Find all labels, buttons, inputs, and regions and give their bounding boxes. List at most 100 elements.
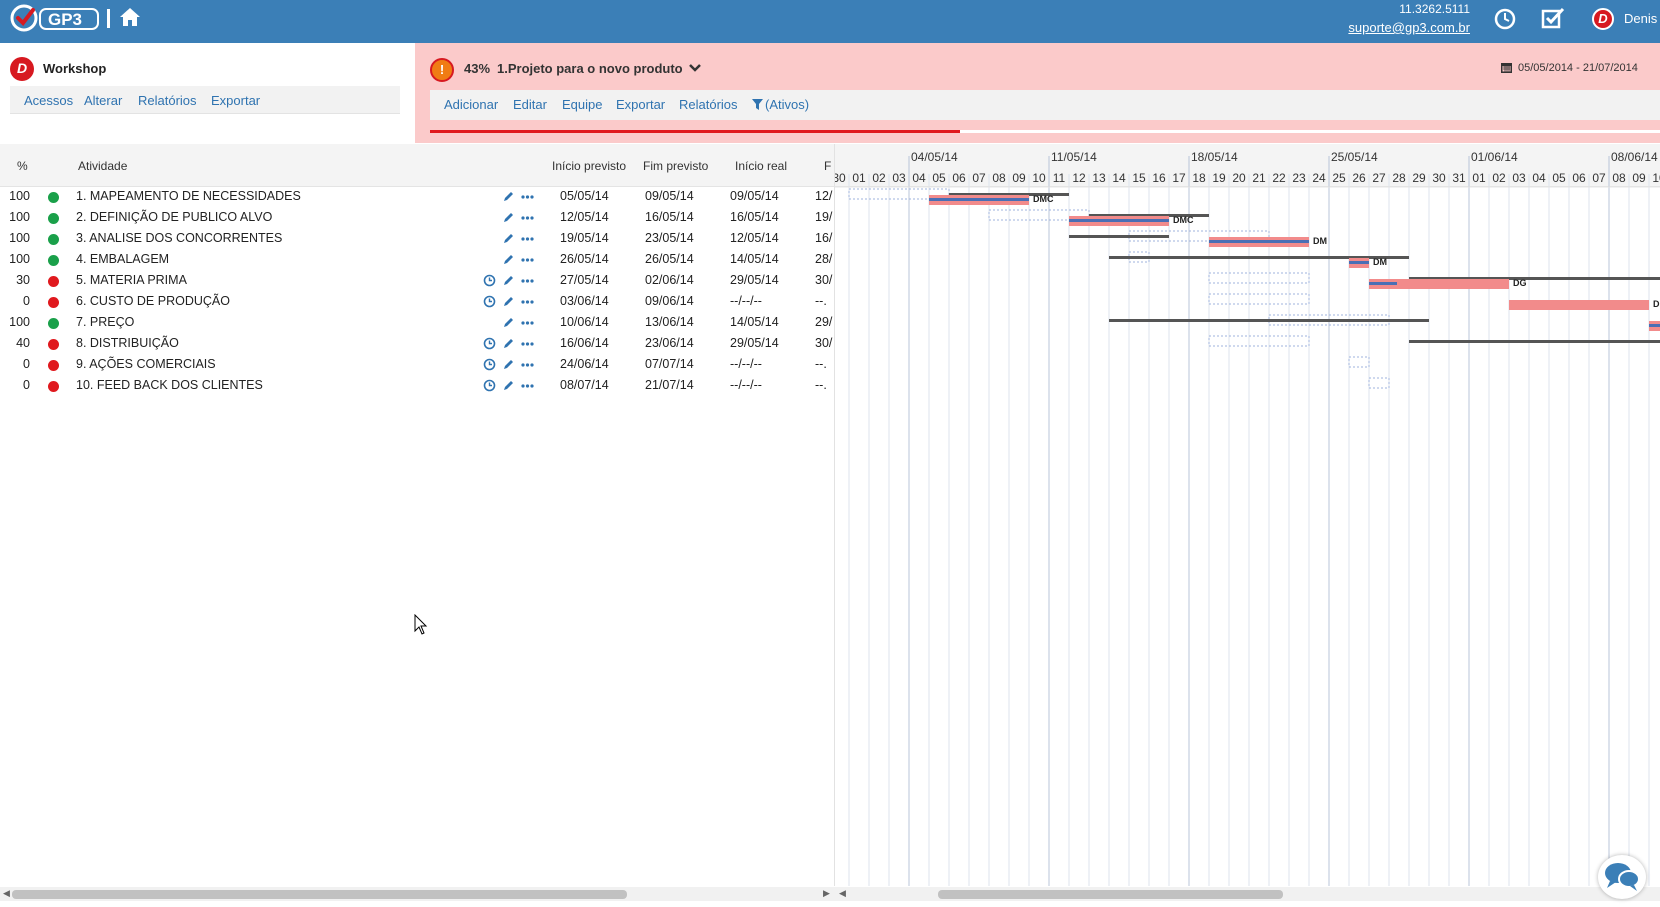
- gantt-real-bar: [1409, 340, 1660, 343]
- clock-icon[interactable]: [483, 358, 496, 371]
- workspace-title[interactable]: Workshop: [43, 61, 106, 76]
- header-end-real[interactable]: F: [824, 159, 831, 173]
- chat-icon[interactable]: [1598, 855, 1646, 899]
- clock-icon[interactable]: [1494, 8, 1516, 30]
- row-activity-name[interactable]: 1. MAPEAMENTO DE NECESSIDADES: [76, 189, 301, 203]
- filter-icon[interactable]: [752, 99, 763, 110]
- more-options-icon[interactable]: [521, 253, 534, 266]
- row-activity-name[interactable]: 2. DEFINIÇÃO DE PUBLICO ALVO: [76, 210, 272, 224]
- gantt-day-label: 16: [1152, 171, 1166, 185]
- more-options-icon[interactable]: [521, 295, 534, 308]
- clock-icon[interactable]: [483, 337, 496, 350]
- row-activity-name[interactable]: 4. EMBALAGEM: [76, 252, 169, 266]
- header-end-planned[interactable]: Fim previsto: [643, 159, 708, 173]
- menu-relatorios-projeto[interactable]: Relatórios: [679, 97, 738, 112]
- header-start-real[interactable]: Início real: [735, 159, 787, 173]
- row-end-planned: 26/05/14: [645, 252, 694, 266]
- scroll-left-arrow-icon[interactable]: ◀: [3, 888, 10, 899]
- edit-pencil-icon[interactable]: [502, 316, 515, 329]
- menu-relatorios[interactable]: Relatórios: [138, 93, 197, 108]
- gp3-logo[interactable]: GP3: [8, 2, 102, 34]
- gantt-resource-label: DMC: [1033, 194, 1054, 204]
- user-name[interactable]: Denis: [1624, 11, 1657, 26]
- row-activity-name[interactable]: 7. PREÇO: [76, 315, 134, 329]
- gantt-day-label: 23: [1292, 171, 1306, 185]
- table-row[interactable]: 100 1. MAPEAMENTO DE NECESSIDADES 05/05/14…: [0, 186, 834, 207]
- edit-pencil-icon[interactable]: [502, 211, 515, 224]
- row-activity-name[interactable]: 3. ANALISE DOS CONCORRENTES: [76, 231, 282, 245]
- menu-adicionar[interactable]: Adicionar: [444, 97, 498, 112]
- gantt-day-label: 18: [1192, 171, 1206, 185]
- menu-alterar[interactable]: Alterar: [84, 93, 122, 108]
- header-start-planned[interactable]: Início previsto: [552, 159, 626, 173]
- gantt-resource-label: DM: [1373, 257, 1387, 267]
- edit-pencil-icon[interactable]: [502, 232, 515, 245]
- more-options-icon[interactable]: [521, 190, 534, 203]
- gantt-day-label: 01: [852, 171, 866, 185]
- clock-icon[interactable]: [483, 274, 496, 287]
- row-percent: 0: [23, 357, 30, 371]
- more-options-icon[interactable]: [521, 211, 534, 224]
- gantt-progress-bar: [1349, 261, 1369, 264]
- table-row[interactable]: 30 5. MATERIA PRIMA 27/05/14 02/06/14 29/05/…: [0, 270, 834, 291]
- gantt-scroll-left-arrow-icon[interactable]: ◀: [839, 888, 846, 899]
- support-email-link[interactable]: suporte@gp3.com.br: [1348, 20, 1470, 35]
- header-activity[interactable]: Atividade: [78, 159, 127, 173]
- scroll-right-arrow-icon[interactable]: ▶: [823, 888, 830, 899]
- more-options-icon[interactable]: [521, 358, 534, 371]
- more-options-icon[interactable]: [521, 379, 534, 392]
- row-activity-name[interactable]: 9. AÇÕES COMERCIAIS: [76, 357, 216, 371]
- row-activity-name[interactable]: 10. FEED BACK DOS CLIENTES: [76, 378, 263, 392]
- edit-pencil-icon[interactable]: [502, 337, 515, 350]
- more-options-icon[interactable]: [521, 316, 534, 329]
- gantt-scrollbar-thumb[interactable]: [938, 890, 1283, 899]
- row-percent: 100: [9, 252, 30, 266]
- table-row[interactable]: 100 4. EMBALAGEM 26/05/14 26/05/14 14/05/14 2…: [0, 249, 834, 270]
- row-start-real: 12/05/14: [730, 231, 779, 245]
- edit-pencil-icon[interactable]: [502, 295, 515, 308]
- table-row[interactable]: 40 8. DISTRIBUIÇÃO 16/06/14 23/06/14 29/05/1…: [0, 333, 834, 354]
- menu-equipe[interactable]: Equipe: [562, 97, 602, 112]
- menu-filter-ativos[interactable]: (Ativos): [765, 97, 809, 112]
- table-row[interactable]: 0 10. FEED BACK DOS CLIENTES 08/07/14 21/07…: [0, 375, 834, 396]
- menu-editar[interactable]: Editar: [513, 97, 547, 112]
- gantt-day-label: 08: [1612, 171, 1626, 185]
- gantt-day-label: 22: [1272, 171, 1286, 185]
- home-icon[interactable]: [119, 6, 141, 28]
- row-activity-name[interactable]: 5. MATERIA PRIMA: [76, 273, 187, 287]
- clock-icon[interactable]: [483, 295, 496, 308]
- menu-acessos[interactable]: Acessos: [24, 93, 73, 108]
- edit-pencil-icon[interactable]: [502, 379, 515, 392]
- row-activity-name[interactable]: 6. CUSTO DE PRODUÇÃO: [76, 294, 230, 308]
- gantt-progress-bar: [1069, 219, 1169, 222]
- project-status-icon: !: [430, 58, 454, 82]
- more-options-icon[interactable]: [521, 232, 534, 245]
- gantt-day-label: 07: [1592, 171, 1606, 185]
- project-name[interactable]: 1.Projeto para o novo produto: [497, 61, 683, 76]
- edit-pencil-icon[interactable]: [502, 358, 515, 371]
- table-row[interactable]: 0 6. CUSTO DE PRODUÇÃO 03/06/14 09/06/14 --/…: [0, 291, 834, 312]
- table-scrollbar-thumb[interactable]: [12, 890, 627, 899]
- chevron-down-icon[interactable]: [688, 63, 702, 73]
- table-row[interactable]: 100 7. PREÇO 10/06/14 13/06/14 14/05/14 29/: [0, 312, 834, 333]
- row-start-real: 29/05/14: [730, 336, 779, 350]
- edit-pencil-icon[interactable]: [502, 274, 515, 287]
- table-row[interactable]: 0 9. AÇÕES COMERCIAIS 24/06/14 07/07/14 --/-…: [0, 354, 834, 375]
- table-row[interactable]: 100 2. DEFINIÇÃO DE PUBLICO ALVO 12/05/14 1…: [0, 207, 834, 228]
- edit-pencil-icon[interactable]: [502, 253, 515, 266]
- row-end-planned: 09/05/14: [645, 189, 694, 203]
- user-avatar[interactable]: D: [1592, 8, 1614, 30]
- edit-pencil-icon[interactable]: [502, 190, 515, 203]
- more-options-icon[interactable]: [521, 274, 534, 287]
- header-percent[interactable]: %: [17, 159, 28, 173]
- more-options-icon[interactable]: [521, 337, 534, 350]
- row-percent: 100: [9, 315, 30, 329]
- row-activity-name[interactable]: 8. DISTRIBUIÇÃO: [76, 336, 179, 350]
- logo-text: GP3: [48, 10, 82, 29]
- status-dot-icon: [48, 213, 59, 224]
- menu-exportar[interactable]: Exportar: [211, 93, 260, 108]
- clock-icon[interactable]: [483, 379, 496, 392]
- table-row[interactable]: 100 3. ANALISE DOS CONCORRENTES 19/05/14 23…: [0, 228, 834, 249]
- tasks-check-icon[interactable]: [1541, 7, 1565, 29]
- menu-exportar-projeto[interactable]: Exportar: [616, 97, 665, 112]
